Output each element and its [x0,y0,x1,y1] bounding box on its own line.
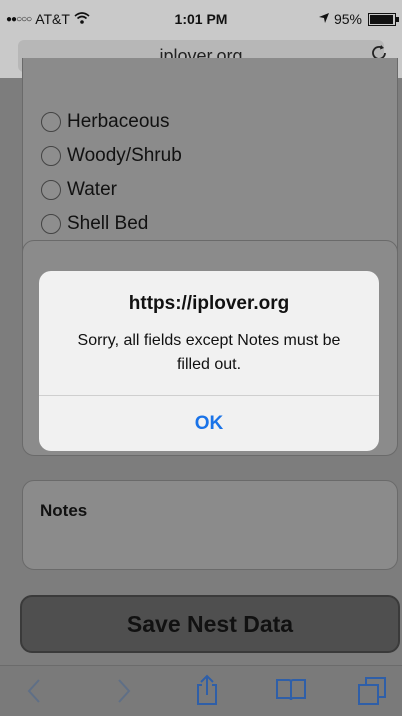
alert-ok-button[interactable]: OK [39,396,379,451]
battery-percent: 95% [333,11,362,27]
tabs-icon[interactable] [357,676,387,706]
radio-button[interactable] [41,112,61,132]
alert-dialog: https://iplover.org Sorry, all fields ex… [39,271,379,451]
save-nest-data-button[interactable]: Save Nest Data [20,595,400,653]
radio-option-water[interactable]: Water [41,179,117,201]
radio-button[interactable] [41,180,61,200]
radio-label: Shell Bed [67,213,149,234]
radio-label: Herbaceous [67,111,170,132]
radio-button[interactable] [41,146,61,166]
radio-option-herbaceous[interactable]: Herbaceous [41,111,169,133]
status-right: 95% [318,11,399,27]
battery-icon [368,12,399,26]
bookmarks-icon[interactable] [275,678,307,702]
radio-label: Woody/Shrub [67,145,182,166]
radio-button[interactable] [41,214,61,234]
radio-label: Water [67,179,117,200]
radio-option-shell-bed[interactable]: Shell Bed [41,213,148,235]
alert-title: https://iplover.org [128,293,290,314]
notes-label: Notes [40,501,88,520]
share-icon[interactable] [195,674,219,706]
notes-card[interactable]: Notes [22,480,398,570]
status-bar: ●●○○○ AT&T 1:01 PM 95% [0,0,402,38]
forward-icon[interactable] [116,678,132,704]
browser-toolbar [0,665,402,716]
radio-option-woody-shrub[interactable]: Woody/Shrub [41,145,182,167]
battery-fill [370,14,393,24]
alert-message: Sorry, all fields except Notes must be f… [77,332,341,373]
location-arrow-icon [318,11,330,27]
back-icon[interactable] [26,678,42,704]
